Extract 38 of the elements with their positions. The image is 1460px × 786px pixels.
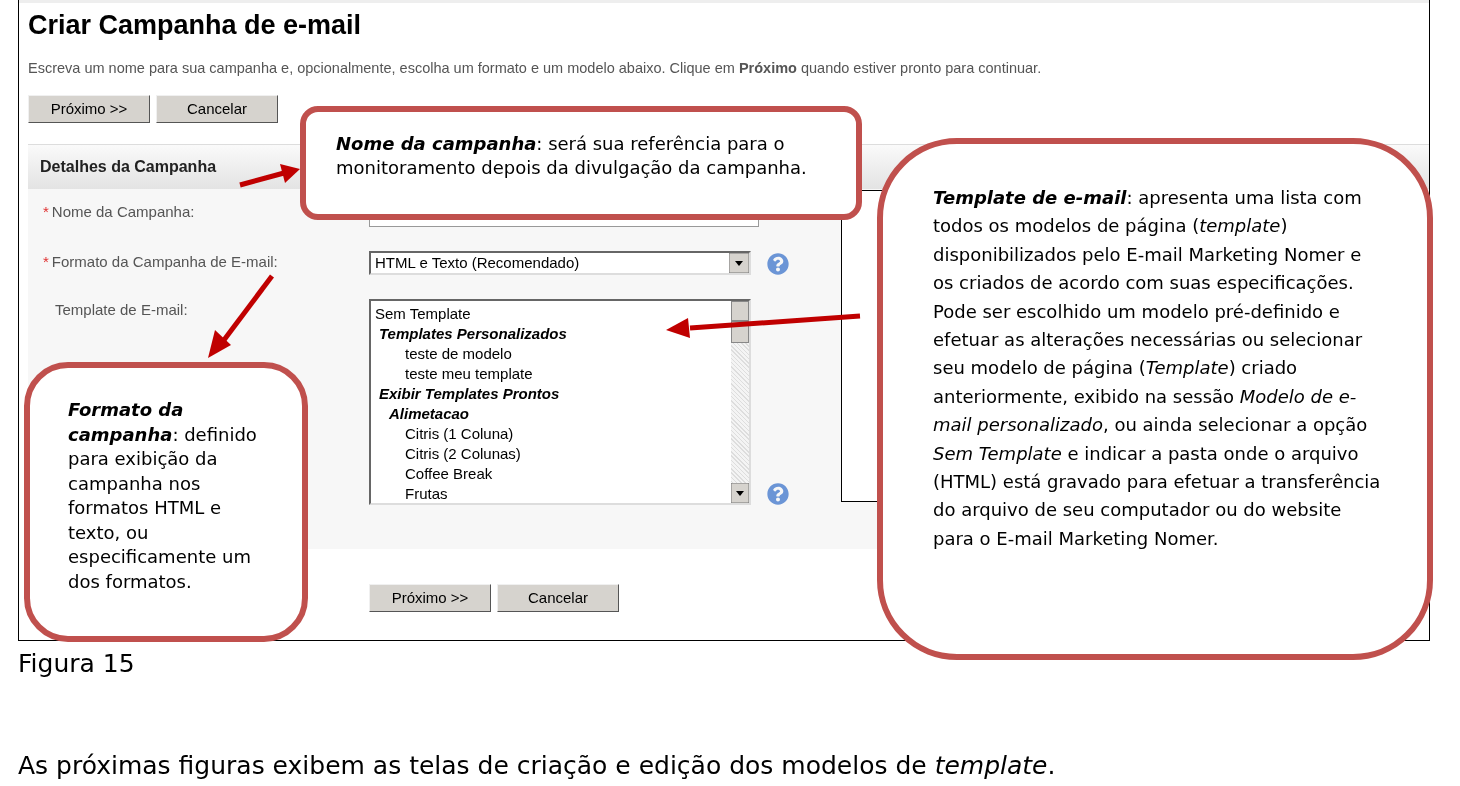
field-label: Nome da Campanha: <box>51 202 195 223</box>
form-button[interactable]: Próximo >> <box>28 95 150 124</box>
list-group-heading[interactable]: Exibir Templates Prontos <box>371 384 731 405</box>
form-button[interactable]: Próximo >> <box>369 584 491 613</box>
pointer-arrow <box>239 164 300 188</box>
form-button[interactable]: Cancelar <box>497 584 619 613</box>
text-field[interactable] <box>369 220 759 228</box>
figure-caption: Figura 15 <box>18 648 136 680</box>
list-option[interactable]: Citris (1 Coluna) <box>371 424 731 445</box>
template-listbox[interactable]: Sem Template Templates Personalizados teste de modelo teste meu template Exibir Templates Prontos Alimetacao Citris (1 Coluna) Citris (2 Colunas) Coffee Break Frutas <box>369 299 751 506</box>
callout-text: Nome da campanha: será sua referência para o monitoramento depois da divulgação da campanha. <box>336 132 808 180</box>
format-dropdown[interactable]: HTML e Texto (Recomendado) <box>369 251 751 276</box>
scroll-up-button[interactable] <box>731 301 749 322</box>
body-text: As próximas figuras exibem as telas de criação e edição dos modelos de template. <box>18 749 1057 782</box>
scroll-down-icon[interactable] <box>731 483 749 504</box>
callout-text: Formato da campanha: definido para exibição da campanha nos formatos HTML e texto, ou especificamente um dos formatos. <box>68 398 258 594</box>
list-option[interactable]: Frutas <box>371 484 731 504</box>
required-mark: * <box>43 202 49 223</box>
required-mark: * <box>43 252 49 273</box>
list-option[interactable]: teste meu template <box>371 364 731 385</box>
page-title: Criar Campanha de e-mail <box>28 9 363 42</box>
list-option[interactable]: Coffee Break <box>371 464 731 485</box>
list-group-heading[interactable]: Alimetacao <box>371 404 731 425</box>
intro-text: Escreva um nome para sua campanha e, opcionalmente, escolha um formato e um modelo abaixo. Clique em Próximo quando estiver pronto para continuar. <box>28 58 1043 78</box>
scrollbar[interactable] <box>731 301 749 504</box>
help-icon[interactable] <box>767 253 789 276</box>
callout-text: Template de e-mail: apresenta uma lista com todos os modelos de página (template) disponibilizados pelo E-mail Marketing Nomer e os criados de acordo com suas especificações. Pode ser escolhido um modelo pré-definido e efetuar as alterações necessárias ou selecionar seu modelo de página (Template) criado anteriormente, exibido na sessão Modelo de e-mail personalizado, ou ainda selecionar a opção Sem Template e indicar a pasta onde o arquivo (HTML) está gravado para efetuar a transferência do arquivo de seu computador ou do website para o E-mail Marketing Nomer. <box>933 186 1382 551</box>
help-icon[interactable] <box>767 483 789 506</box>
list-group-heading[interactable]: Templates Personalizados <box>371 324 731 345</box>
field-label: Formato da Campanha de E-mail: <box>51 252 278 273</box>
list-option[interactable]: teste de modelo <box>371 344 731 365</box>
dropdown-arrow-icon[interactable] <box>729 253 749 274</box>
list-option[interactable]: Sem Template <box>371 304 731 325</box>
form-button[interactable]: Cancelar <box>156 95 278 124</box>
dropdown-value: HTML e Texto (Recomendado) <box>374 253 581 273</box>
field-label: Template de E-mail: <box>55 300 188 321</box>
list-option[interactable]: Citris (2 Colunas) <box>371 444 731 465</box>
section-title: Detalhes da Campanha <box>40 157 217 178</box>
